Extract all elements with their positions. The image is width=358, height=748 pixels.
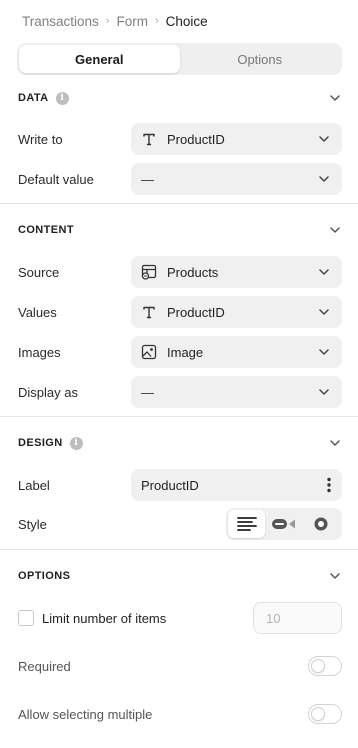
images-row: Images Image (18, 336, 342, 368)
label-label: Label (18, 477, 50, 493)
breadcrumb: Transactions › Form › Choice (22, 12, 208, 30)
chevron-down-icon[interactable] (328, 436, 342, 450)
more-vertical-icon[interactable] (326, 477, 332, 493)
table-source-icon (141, 264, 157, 280)
radio-style-icon[interactable] (303, 510, 340, 538)
write-to-select[interactable]: ProductID (131, 123, 342, 155)
chevron-down-icon[interactable] (328, 91, 342, 105)
info-icon[interactable]: i (69, 436, 83, 450)
display-as-label: Display as (18, 384, 78, 400)
write-to-row: Write to ProductID (18, 123, 342, 155)
values-select[interactable]: ProductID (131, 296, 342, 328)
chevron-down-icon[interactable] (328, 569, 342, 583)
style-segmented (226, 508, 342, 540)
label-field[interactable]: ProductID (131, 469, 342, 501)
limit-number-input[interactable]: 10 (253, 602, 342, 634)
default-value-select[interactable]: — (131, 163, 342, 195)
image-icon (141, 344, 157, 360)
chevron-down-icon (318, 133, 330, 145)
chevron-down-icon (318, 306, 330, 318)
section-title: OPTIONS (18, 570, 71, 582)
default-value-value: — (141, 171, 154, 187)
section-title: DESIGN (18, 437, 63, 449)
display-as-select[interactable]: — (131, 376, 342, 408)
options-section-header[interactable]: OPTIONS (18, 564, 342, 588)
default-value-label: Default value (18, 171, 94, 187)
required-label: Required (18, 658, 71, 674)
content-section-header[interactable]: CONTENT (18, 218, 342, 242)
images-select[interactable]: Image (131, 336, 342, 368)
chevron-down-icon (318, 386, 330, 398)
info-icon[interactable]: i (55, 91, 69, 105)
toggle-knob (311, 659, 325, 673)
chevron-down-icon (318, 266, 330, 278)
tab-options[interactable]: Options (180, 45, 341, 73)
values-value: ProductID (167, 304, 225, 320)
allow-multiple-row: Allow selecting multiple (18, 698, 342, 730)
toggle-knob (311, 707, 325, 721)
breadcrumb-item-transactions[interactable]: Transactions (22, 14, 99, 29)
chevron-down-icon[interactable] (328, 223, 342, 237)
list-style-icon[interactable] (228, 510, 266, 538)
limit-checkbox[interactable] (18, 610, 34, 626)
breadcrumb-separator: › (154, 15, 159, 27)
tab-general[interactable]: General (19, 45, 180, 73)
display-as-value: — (141, 384, 154, 400)
text-type-icon (141, 131, 157, 147)
source-value: Products (167, 264, 219, 280)
breadcrumb-item-choice: Choice (165, 13, 208, 29)
data-section-header[interactable]: DATA i (18, 86, 342, 110)
chevron-down-icon (318, 346, 330, 358)
style-row: Style (18, 508, 342, 540)
section-title: CONTENT (18, 224, 74, 236)
limit-row: Limit number of items 10 (18, 602, 342, 634)
images-label: Images (18, 344, 61, 360)
label-value: ProductID (141, 477, 199, 493)
section-title: DATA (18, 92, 49, 104)
data-section: DATA i Write to ProductID Default value … (0, 85, 358, 204)
required-toggle[interactable] (308, 656, 342, 676)
source-select[interactable]: Products (131, 256, 342, 288)
design-section-header[interactable]: DESIGN i (18, 431, 342, 455)
source-label: Source (18, 264, 60, 280)
breadcrumb-separator: › (105, 15, 110, 27)
limit-label: Limit number of items (42, 610, 167, 626)
default-value-row: Default value — (18, 163, 342, 195)
style-label: Style (18, 516, 47, 532)
display-as-row: Display as — (18, 376, 342, 408)
breadcrumb-item-form[interactable]: Form (116, 14, 148, 29)
chevron-down-icon (318, 173, 330, 185)
label-row: Label ProductID (18, 469, 342, 501)
content-section: CONTENT Source Products Values ProductID (0, 204, 358, 417)
write-to-value: ProductID (167, 131, 225, 147)
images-value: Image (167, 344, 204, 360)
allow-multiple-toggle[interactable] (308, 704, 342, 724)
values-row: Values ProductID (18, 296, 342, 328)
allow-multiple-label: Allow selecting multiple (18, 706, 153, 722)
required-row: Required (18, 650, 342, 682)
design-section: DESIGN i Label ProductID Style (0, 417, 358, 550)
toggle-style-icon[interactable] (265, 510, 302, 538)
values-label: Values (18, 304, 57, 320)
source-row: Source Products (18, 256, 342, 288)
options-section: OPTIONS Limit number of items 10 Require… (0, 550, 358, 748)
text-type-icon (141, 304, 157, 320)
tab-bar: General Options (17, 43, 342, 75)
write-to-label: Write to (18, 131, 63, 147)
